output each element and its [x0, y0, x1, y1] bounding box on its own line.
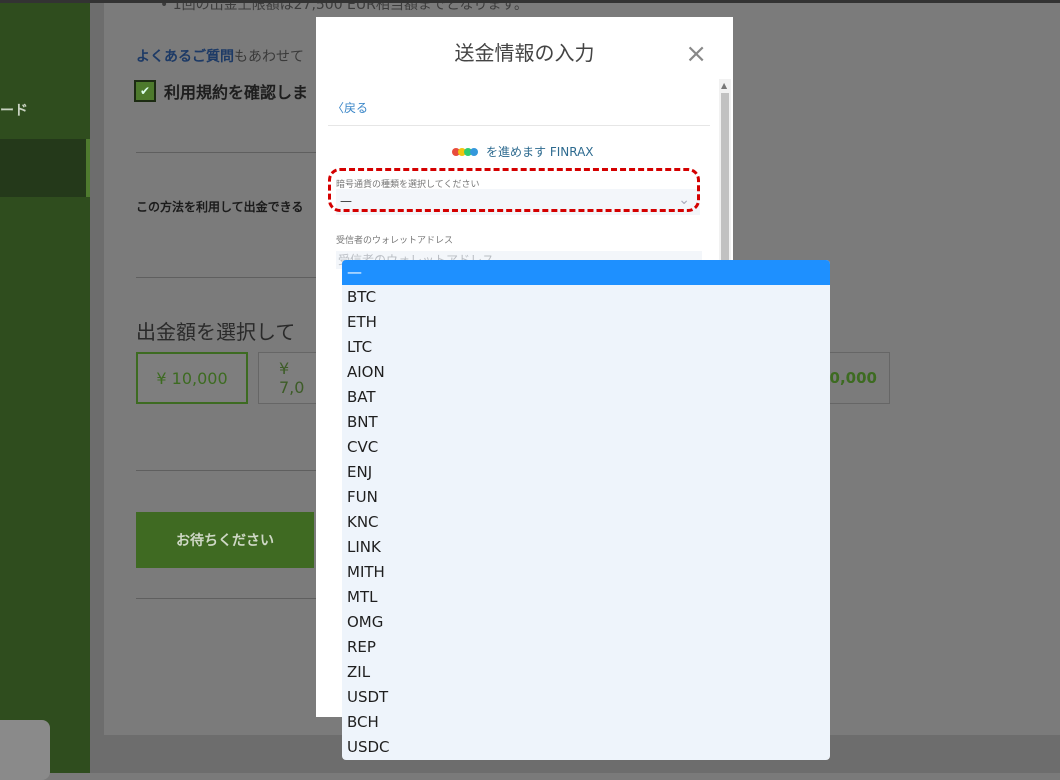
dropdown-option[interactable]: MITH [342, 560, 830, 585]
dropdown-option[interactable]: KNC [342, 510, 830, 535]
dropdown-option[interactable]: BCH [342, 710, 830, 735]
back-link[interactable]: 〈戻る [332, 99, 368, 116]
dropdown-option[interactable]: ETH [342, 310, 830, 335]
scroll-up-icon[interactable]: ▲ [721, 81, 727, 90]
modal-title: 送金情報の入力 [454, 41, 595, 65]
top-border [0, 0, 1060, 3]
dropdown-option[interactable]: FUN [342, 485, 830, 510]
provider-row: を進めます FINRAX [452, 143, 594, 160]
method-description: この方法を利用して出金できる [136, 200, 304, 214]
faq-link[interactable]: よくあるご質問 [136, 49, 234, 65]
dropdown-option[interactable]: BAT [342, 385, 830, 410]
wait-button[interactable]: お待ちください [136, 512, 314, 568]
dropdown-option[interactable]: LTC [342, 335, 830, 360]
terms-label: 利用規約を確認しま [164, 83, 309, 102]
provider-text: を進めます FINRAX [486, 145, 594, 159]
wallet-label: 受信者のウォレットアドレス [336, 236, 454, 246]
dropdown-option[interactable]: BTC [342, 285, 830, 310]
currency-dropdown-list[interactable]: — BTC ETH LTC AION BAT BNT CVC ENJ FUN K… [342, 260, 830, 760]
dropdown-option[interactable]: AION [342, 360, 830, 385]
dropdown-option[interactable]: CVC [342, 435, 830, 460]
sidebar-item-label[interactable]: ード [0, 100, 28, 120]
dropdown-option[interactable]: ZIL [342, 660, 830, 685]
dropdown-option[interactable]: USDT [342, 685, 830, 710]
dropdown-option[interactable]: LINK [342, 535, 830, 560]
dropdown-option[interactable]: USDC [342, 735, 830, 760]
sidebar-item-active[interactable] [0, 139, 90, 197]
divider [136, 470, 316, 471]
divider [136, 277, 316, 278]
divider [328, 125, 710, 126]
amount-option-10000[interactable]: ¥ 10,000 [136, 352, 248, 404]
sidebar-card [0, 720, 50, 780]
amount-title: 出金額を選択して [136, 320, 296, 344]
dropdown-option[interactable]: REP [342, 635, 830, 660]
divider [136, 598, 316, 599]
terms-checkbox-row[interactable]: ✔ 利用規約を確認しま [134, 79, 308, 103]
amount-option-7000[interactable]: ¥ 7,0 [258, 352, 318, 404]
crypto-logo-icon [452, 145, 478, 159]
dropdown-option[interactable]: — [342, 260, 830, 285]
faq-line: よくあるご質問もあわせて [136, 49, 304, 65]
dropdown-option[interactable]: BNT [342, 410, 830, 435]
dropdown-option[interactable]: OMG [342, 610, 830, 635]
close-icon[interactable]: × [685, 41, 707, 67]
dropdown-option[interactable]: ENJ [342, 460, 830, 485]
dropdown-option[interactable]: MTL [342, 585, 830, 610]
check-icon[interactable]: ✔ [134, 80, 156, 102]
annotation-highlight [328, 168, 700, 212]
